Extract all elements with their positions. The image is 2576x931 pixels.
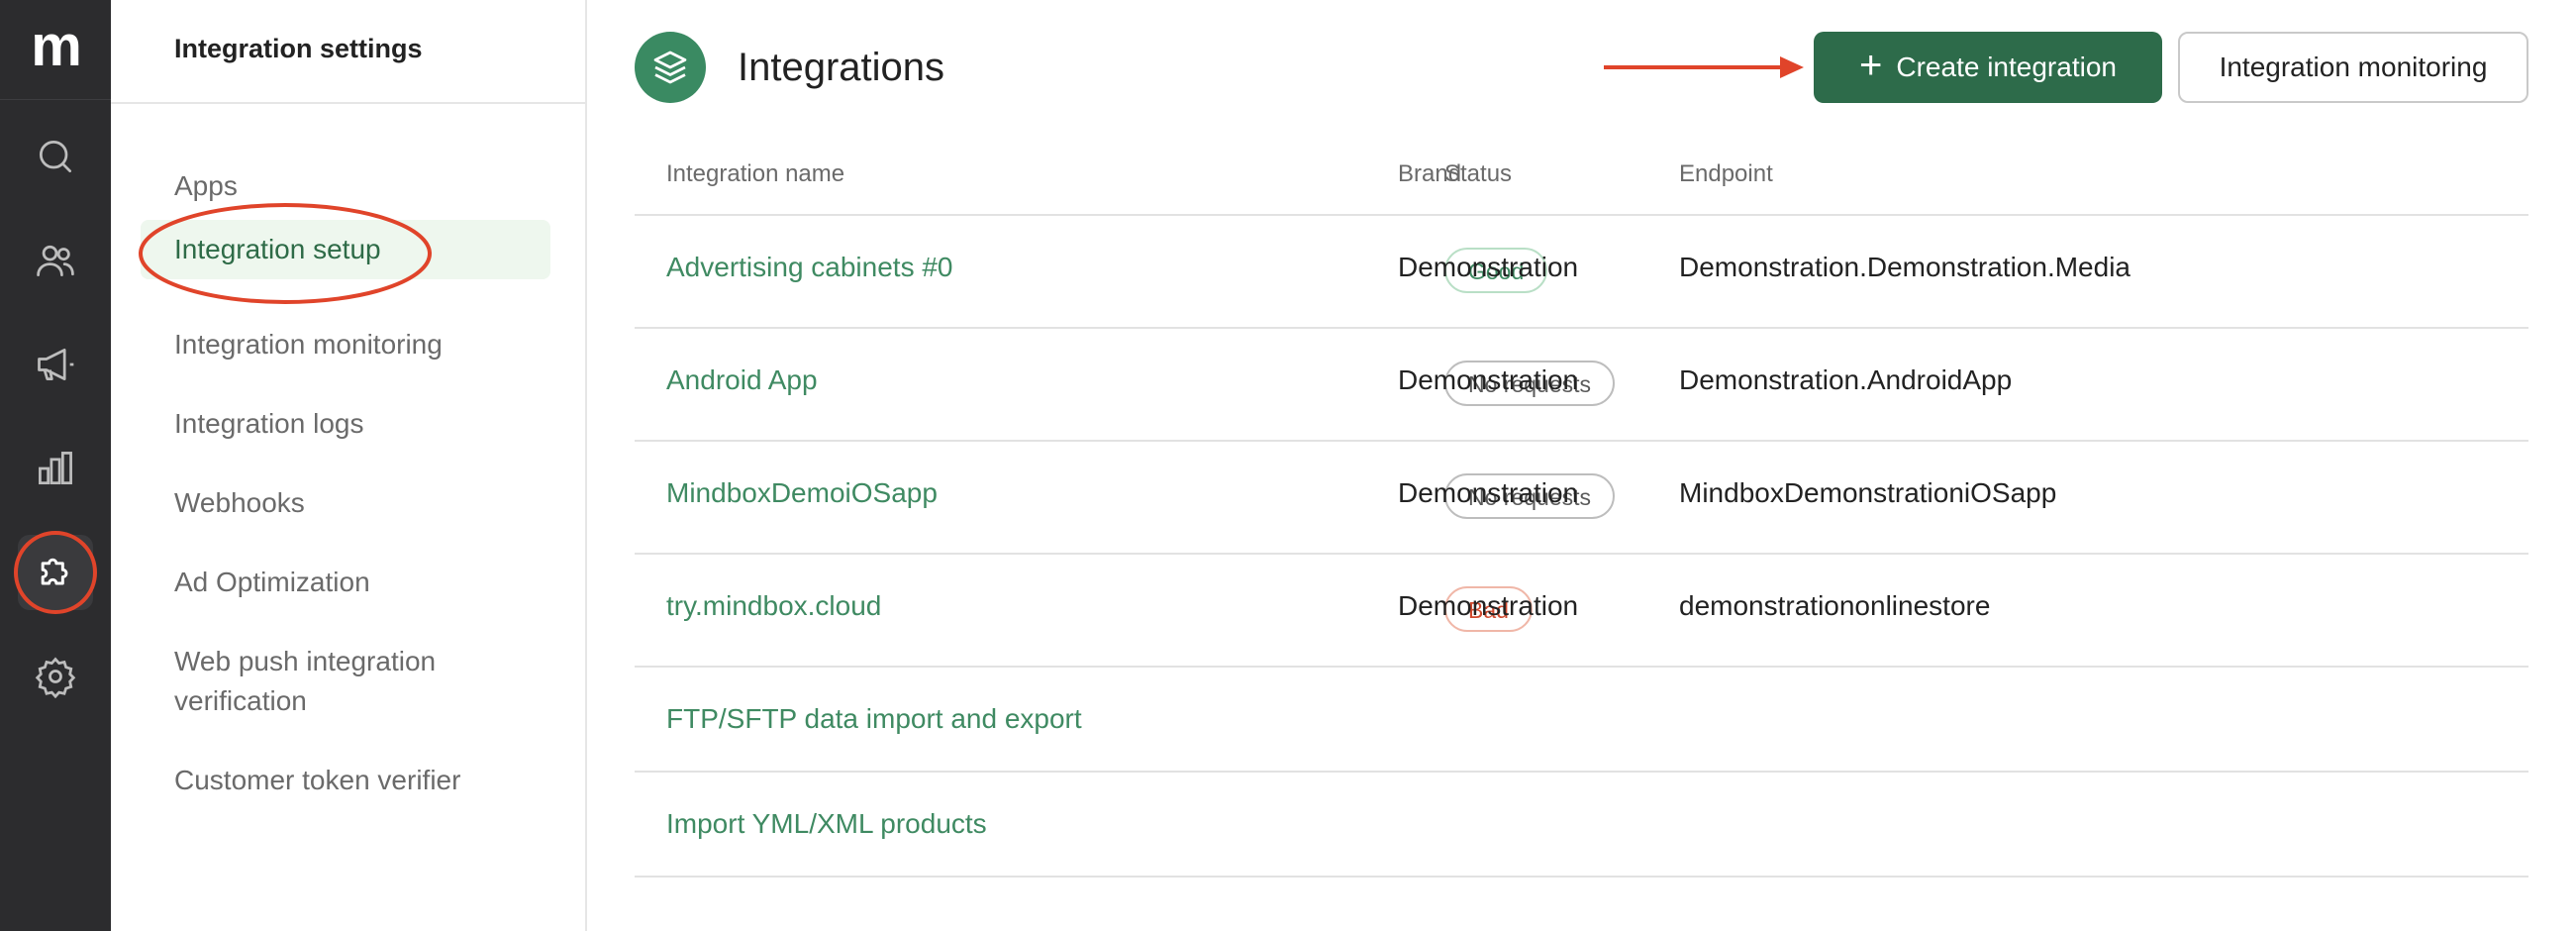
app-window: m Integration settings Apps Integration … [0, 0, 2576, 931]
highlight-ellipse-integration-setup [139, 203, 432, 304]
highlight-circle-puzzle-icon [14, 531, 97, 614]
annotation-overlay [14, 56, 1804, 614]
arrow-head-icon [1780, 56, 1804, 78]
